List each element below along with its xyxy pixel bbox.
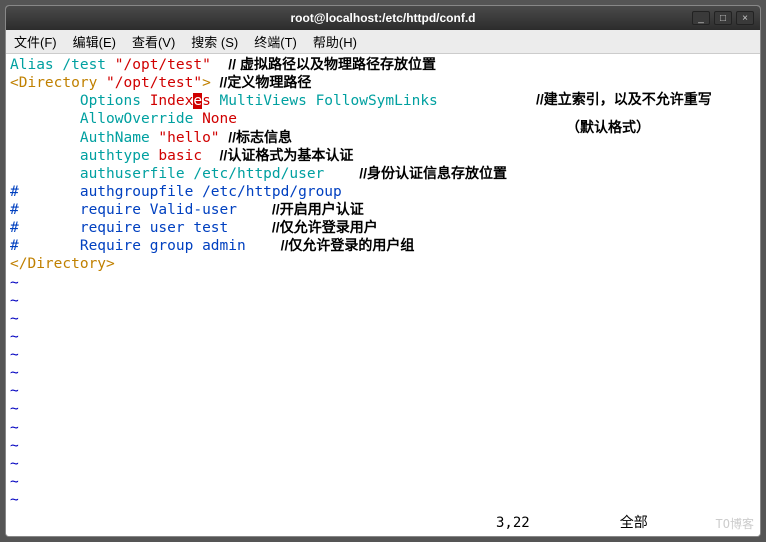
annotation-1: // 虚拟路径以及物理路径存放位置 — [228, 56, 436, 72]
tilde-line: ~ — [10, 346, 756, 364]
titlebar: root@localhost:/etc/httpd/conf.d _ □ × — [6, 6, 760, 30]
tilde-line: ~ — [10, 328, 756, 346]
code-line-2: <Directory "/opt/test"> //定义物理路径 — [10, 74, 756, 92]
menu-edit[interactable]: 编辑(E) — [65, 32, 124, 51]
annotation-3: //建立索引，以及不允许重写 — [536, 91, 712, 109]
maximize-button[interactable]: □ — [714, 11, 732, 25]
tilde-line: ~ — [10, 382, 756, 400]
watermark: TO博客 — [716, 517, 754, 532]
cursor-position: 3,22 — [496, 515, 530, 533]
vim-status: 3,22 全部 — [6, 515, 760, 533]
tilde-line: ~ — [10, 364, 756, 382]
tilde-line: ~ — [10, 437, 756, 455]
code-line-9: # require Valid-user //开启用户认证 — [10, 201, 756, 219]
tilde-line: ~ — [10, 473, 756, 491]
annotation-7: //身份认证信息存放位置 — [359, 165, 507, 181]
window-title: root@localhost:/etc/httpd/conf.d — [6, 11, 760, 25]
annotation-6: //认证格式为基本认证 — [220, 147, 354, 163]
menu-file[interactable]: 文件(F) — [6, 32, 65, 51]
annotation-2: //定义物理路径 — [220, 74, 312, 90]
tilde-line: ~ — [10, 400, 756, 418]
annotation-3b: （默认格式） — [566, 119, 650, 137]
code-line-8: # authgroupfile /etc/httpd/group — [10, 183, 756, 201]
code-line-12: </Directory> — [10, 255, 756, 273]
tilde-line: ~ — [10, 310, 756, 328]
terminal-window: root@localhost:/etc/httpd/conf.d _ □ × 文… — [5, 5, 761, 537]
menu-help[interactable]: 帮助(H) — [305, 32, 365, 51]
menu-search[interactable]: 搜索 (S) — [183, 32, 246, 51]
menubar: 文件(F) 编辑(E) 查看(V) 搜索 (S) 终端(T) 帮助(H) — [6, 30, 760, 54]
tilde-line: ~ — [10, 292, 756, 310]
tilde-line: ~ — [10, 419, 756, 437]
annotation-10: //仅允许登录用户 — [272, 219, 378, 235]
close-button[interactable]: × — [736, 11, 754, 25]
terminal-content[interactable]: Alias /test "/opt/test" // 虚拟路径以及物理路径存放位… — [6, 54, 760, 536]
cursor: e — [193, 93, 202, 109]
window-buttons: _ □ × — [692, 11, 754, 25]
tilde-line: ~ — [10, 455, 756, 473]
code-line-10: # require user test //仅允许登录用户 — [10, 219, 756, 237]
annotation-11: //仅允许登录的用户组 — [281, 237, 415, 253]
menu-view[interactable]: 查看(V) — [124, 32, 183, 51]
code-line-11: # Require group admin //仅允许登录的用户组 — [10, 237, 756, 255]
code-line-1: Alias /test "/opt/test" // 虚拟路径以及物理路径存放位… — [10, 56, 756, 74]
annotation-5: //标志信息 — [228, 129, 292, 145]
scroll-position: 全部 — [620, 515, 648, 533]
menu-terminal[interactable]: 终端(T) — [246, 32, 305, 51]
minimize-button[interactable]: _ — [692, 11, 710, 25]
annotation-9: //开启用户认证 — [272, 201, 364, 217]
code-line-7: authuserfile /etc/httpd/user //身份认证信息存放位… — [10, 165, 756, 183]
tilde-line: ~ — [10, 274, 756, 292]
tilde-line: ~ — [10, 491, 756, 509]
code-line-6: authtype basic //认证格式为基本认证 — [10, 147, 756, 165]
